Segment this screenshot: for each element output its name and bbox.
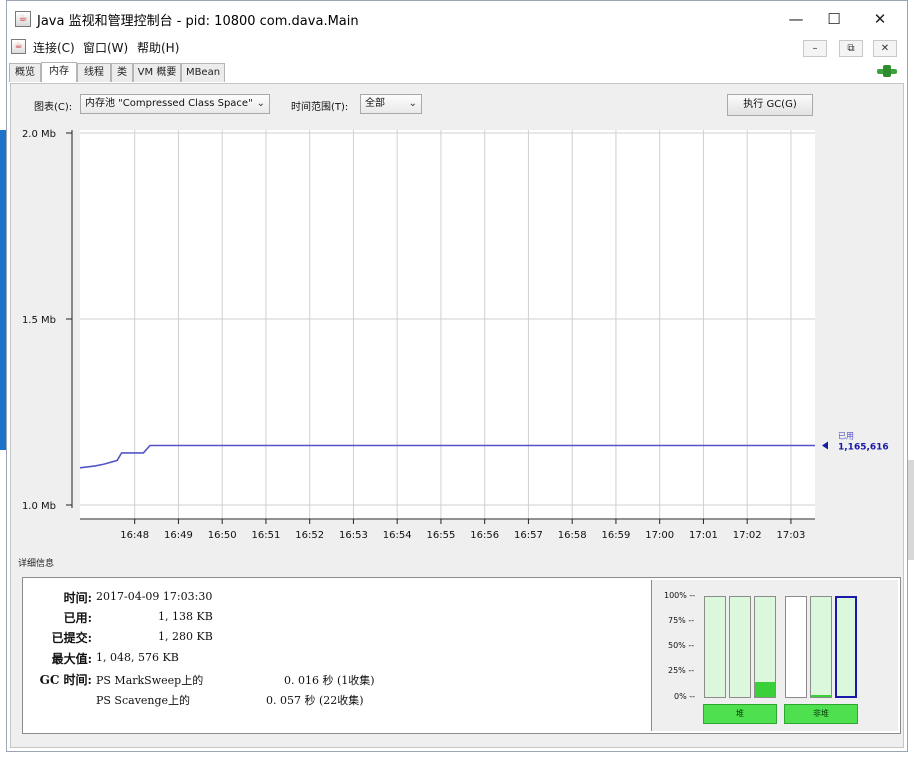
committed-fill	[705, 597, 725, 697]
x-tick-label: 16:49	[164, 530, 193, 541]
x-tick-label: 17:02	[733, 530, 762, 541]
time-label: 时间:	[63, 591, 92, 605]
legend-label: 已用	[838, 431, 854, 440]
committed-fill	[730, 597, 750, 697]
y-tick-label: 1.0 Mb	[22, 501, 56, 512]
gc-row-name: PS Scavenge上的	[96, 694, 191, 707]
y-axis-ticks: 2.0 Mb 1.5 Mb 1.0 Mb	[22, 129, 72, 512]
memory-pool-bar[interactable]	[704, 596, 726, 698]
gc-row-value: 0. 057 秒 (22收集)	[266, 694, 364, 707]
committed-value: 1, 280 KB	[158, 630, 213, 643]
legend-marker	[822, 441, 828, 450]
x-tick-label: 16:58	[558, 530, 587, 541]
x-tick-label: 16:50	[208, 530, 237, 541]
pct-label: 100% --	[664, 591, 696, 600]
max-label: 最大值:	[51, 652, 92, 666]
x-tick-label: 16:48	[120, 530, 149, 541]
memory-pool-bar[interactable]	[754, 596, 776, 698]
used-fill	[811, 695, 831, 697]
x-tick-label: 17:01	[689, 530, 718, 541]
pct-label: 0% --	[674, 692, 696, 701]
memory-pool-bar[interactable]	[835, 596, 857, 698]
gc-row-name: PS MarkSweep上的	[96, 674, 204, 687]
x-axis-ticks: 16:48 16:49 16:50 16:51 16:52 16:53 16:54 16:55…	[120, 519, 805, 541]
time-value: 2017-04-09 17:03:30	[96, 590, 213, 603]
x-tick-label: 16:52	[295, 530, 324, 541]
memory-pool-bar[interactable]	[785, 596, 807, 698]
heap-button[interactable]: 堆	[703, 704, 777, 724]
pct-label: 75% --	[668, 616, 695, 625]
x-tick-label: 16:57	[514, 530, 543, 541]
details-section-label: 详细信息	[18, 559, 55, 569]
x-tick-label: 16:54	[383, 530, 412, 541]
y-tick-label: 1.5 Mb	[22, 315, 56, 326]
committed-fill	[837, 598, 855, 696]
legend-value: 1,165,616	[838, 442, 889, 452]
x-tick-label: 16:53	[339, 530, 368, 541]
memory-chart: 2.0 Mb1.5 Mb1.0 Mb 16:48 16:49 16:50 16:51 1…	[22, 129, 889, 541]
x-tick-label: 16:59	[602, 530, 631, 541]
gc-time-label: GC 时间:	[39, 673, 92, 687]
memory-pool-bar[interactable]	[729, 596, 751, 698]
x-tick-label: 16:51	[252, 530, 281, 541]
nonheap-button[interactable]: 非堆	[784, 704, 858, 724]
used-fill	[755, 682, 775, 697]
chart-legend: 已用 1,165,616	[822, 431, 889, 452]
committed-label: 已提交:	[51, 631, 92, 645]
pct-label: 50% --	[668, 641, 695, 650]
memory-pool-bar[interactable]	[810, 596, 832, 698]
x-tick-label: 17:00	[645, 530, 674, 541]
x-tick-label: 16:56	[470, 530, 499, 541]
used-label: 已用:	[63, 611, 92, 625]
used-value: 1, 138 KB	[158, 610, 213, 623]
chart-plot-area	[80, 130, 815, 520]
gc-row-value: 0. 016 秒 (1收集)	[284, 674, 375, 687]
x-tick-label: 16:55	[427, 530, 456, 541]
committed-fill	[811, 597, 831, 697]
x-tick-label: 17:03	[777, 530, 806, 541]
max-value: 1, 048, 576 KB	[96, 651, 179, 664]
y-tick-label: 2.0 Mb	[22, 129, 56, 140]
pct-label: 25% --	[668, 666, 695, 675]
